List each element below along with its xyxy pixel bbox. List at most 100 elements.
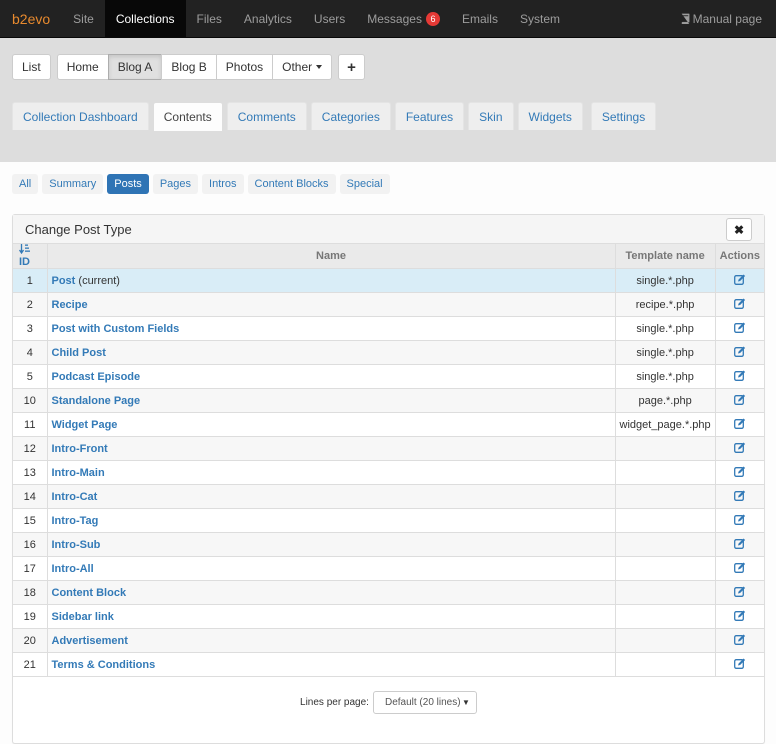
- collection-button-label: Blog B: [171, 60, 207, 74]
- post-type-link[interactable]: Intro-All: [52, 563, 94, 575]
- edit-icon[interactable]: [733, 274, 746, 288]
- subtab-content-blocks[interactable]: Content Blocks: [247, 174, 336, 194]
- nav-item-collections[interactable]: Collections: [104, 0, 186, 37]
- post-type-link[interactable]: Post: [52, 275, 76, 287]
- edit-icon[interactable]: [733, 634, 746, 648]
- table-row: 16 Intro-Sub: [13, 532, 764, 557]
- post-type-link[interactable]: Terms & Conditions: [52, 659, 156, 671]
- close-icon: ✖: [733, 222, 745, 237]
- book-icon: [681, 13, 690, 24]
- post-type-link[interactable]: Advertisement: [52, 635, 128, 647]
- post-type-link[interactable]: Widget Page: [52, 419, 118, 431]
- collections-list-button[interactable]: List: [12, 54, 51, 80]
- row-name-cell: Intro-Cat: [46, 484, 616, 509]
- row-actions: [714, 268, 764, 293]
- post-type-link[interactable]: Content Block: [52, 587, 127, 599]
- nav-item-messages[interactable]: Messages 6: [356, 0, 451, 37]
- tab-collection-dashboard[interactable]: Collection Dashboard: [12, 102, 149, 130]
- edit-icon[interactable]: [733, 322, 746, 336]
- panel-heading: Change Post Type ✖: [13, 215, 764, 244]
- unread-count-badge: 6: [425, 11, 440, 26]
- brand-logo[interactable]: b2evo: [0, 0, 62, 37]
- post-type-link[interactable]: Intro-Cat: [52, 491, 98, 503]
- row-id: 12: [13, 436, 48, 461]
- row-template-name: page.*.php: [614, 388, 716, 413]
- post-type-link[interactable]: Post with Custom Fields: [52, 323, 180, 335]
- row-actions: [714, 388, 764, 413]
- manual-page-link[interactable]: Manual page: [669, 0, 776, 37]
- row-id: 13: [13, 460, 48, 485]
- tab-contents[interactable]: Contents: [152, 102, 223, 131]
- subtab-summary[interactable]: Summary: [42, 174, 104, 194]
- edit-icon[interactable]: [733, 442, 746, 456]
- tab-comments[interactable]: Comments: [226, 102, 307, 130]
- row-actions: [714, 628, 764, 653]
- table-row: 10 Standalone Page page.*.php: [13, 388, 764, 413]
- tab-skin[interactable]: Skin: [468, 102, 514, 130]
- tab-categories[interactable]: Categories: [310, 102, 391, 130]
- row-id: 21: [13, 652, 48, 677]
- nav-item-files[interactable]: Files: [186, 0, 233, 37]
- nav-item-analytics[interactable]: Analytics: [233, 0, 303, 37]
- subtab-intros[interactable]: Intros: [202, 174, 244, 194]
- nav-item-label: Messages: [367, 11, 422, 26]
- row-actions: [714, 412, 764, 437]
- row-template-name: [614, 508, 716, 533]
- collection-button-other[interactable]: Other: [272, 54, 333, 80]
- row-actions: [714, 436, 764, 461]
- edit-icon[interactable]: [733, 466, 746, 480]
- post-type-link[interactable]: Intro-Tag: [52, 515, 99, 527]
- edit-icon[interactable]: [733, 298, 746, 312]
- post-type-link[interactable]: Sidebar link: [52, 611, 114, 623]
- subtab-pages[interactable]: Pages: [152, 174, 199, 194]
- close-button[interactable]: ✖: [726, 218, 752, 241]
- table-row: 4 Child Post single.*.php: [13, 340, 764, 365]
- nav-item-emails[interactable]: Emails: [451, 0, 509, 37]
- edit-icon[interactable]: [733, 586, 746, 600]
- post-type-link[interactable]: Standalone Page: [52, 395, 141, 407]
- nav-item-label: Site: [73, 11, 94, 26]
- subtab-all[interactable]: All: [12, 174, 39, 194]
- edit-icon[interactable]: [733, 394, 746, 408]
- subtab-posts[interactable]: Posts: [107, 174, 149, 194]
- collection-button-home[interactable]: Home: [56, 54, 109, 80]
- post-type-link[interactable]: Recipe: [52, 299, 88, 311]
- nav-item-site[interactable]: Site: [62, 0, 105, 37]
- row-template-name: recipe.*.php: [614, 292, 716, 317]
- tab-features[interactable]: Features: [394, 102, 465, 130]
- row-name-cell: Terms & Conditions: [46, 652, 616, 677]
- nav-item-users[interactable]: Users: [303, 0, 356, 37]
- edit-icon[interactable]: [733, 346, 746, 360]
- row-name-cell: Advertisement: [46, 628, 616, 653]
- post-type-link[interactable]: Intro-Sub: [52, 539, 101, 551]
- dropdown-arrow-icon: ▼: [462, 698, 470, 707]
- nav-item-system[interactable]: System: [509, 0, 571, 37]
- collection-button-blog-b[interactable]: Blog B: [161, 54, 217, 80]
- add-collection-button[interactable]: +: [338, 54, 365, 80]
- subtab-special[interactable]: Special: [339, 174, 390, 194]
- collection-button-blog-a[interactable]: Blog A: [107, 54, 163, 80]
- edit-icon[interactable]: [733, 418, 746, 432]
- row-id: 18: [13, 580, 48, 605]
- edit-icon[interactable]: [733, 514, 746, 528]
- post-type-link[interactable]: Intro-Main: [52, 467, 105, 479]
- edit-icon[interactable]: [733, 490, 746, 504]
- id-column-header[interactable]: ID: [13, 244, 48, 269]
- panel-title: Change Post Type: [25, 221, 132, 237]
- post-type-link[interactable]: Intro-Front: [52, 443, 108, 455]
- row-name-cell: Child Post: [46, 340, 616, 365]
- tab-settings[interactable]: Settings: [590, 102, 657, 130]
- tab-widgets[interactable]: Widgets: [517, 102, 583, 130]
- edit-icon[interactable]: [733, 370, 746, 384]
- edit-icon[interactable]: [733, 538, 746, 552]
- post-type-link[interactable]: Child Post: [52, 347, 106, 359]
- row-name-cell: Intro-Sub: [46, 532, 616, 557]
- lines-per-page-select[interactable]: Default (20 lines) ▼: [372, 691, 477, 714]
- edit-icon[interactable]: [733, 562, 746, 576]
- edit-icon[interactable]: [733, 610, 746, 624]
- post-type-link[interactable]: Podcast Episode: [52, 371, 141, 383]
- collection-button-label: Other: [282, 60, 313, 74]
- collection-button-photos[interactable]: Photos: [215, 54, 274, 80]
- edit-icon[interactable]: [733, 658, 746, 672]
- row-actions: [714, 604, 764, 629]
